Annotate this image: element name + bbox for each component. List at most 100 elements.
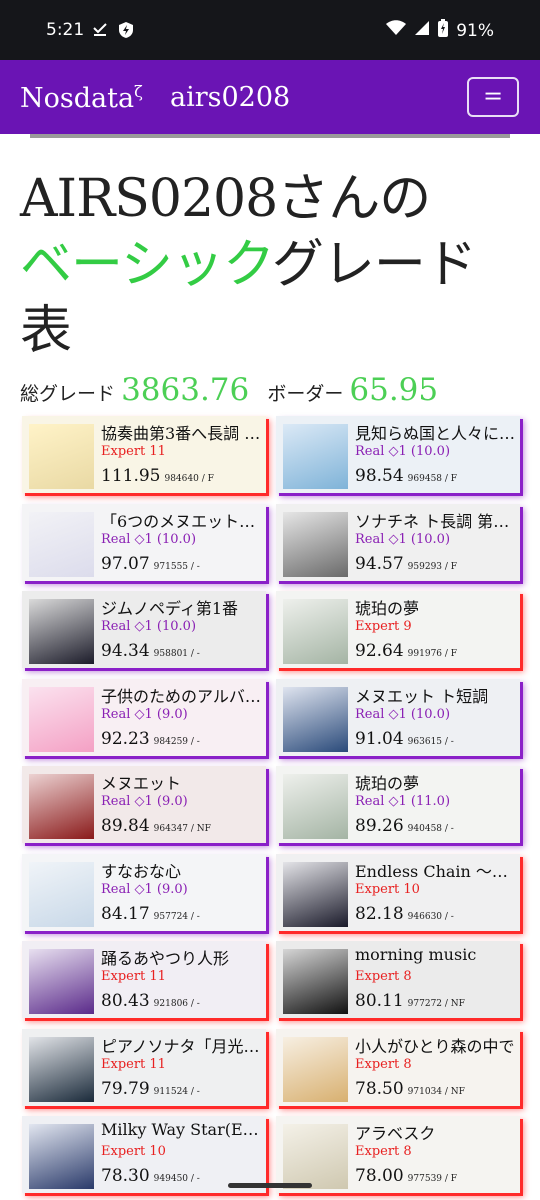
username-link[interactable]: airs0208 [170,82,290,113]
difficulty-label: Real ◇1 (10.0) [101,619,197,634]
score-value: 964347 / NF [153,824,211,834]
song-title: 小人がひとり森の中で [355,1036,515,1056]
shield-bolt-icon [118,21,134,44]
rating-line: 92.64 991976 / F [355,641,457,661]
difficulty-label: Expert 10 [355,881,420,897]
rating-line: 97.07 971555 / - [101,554,200,574]
song-title: メヌエット [101,774,182,793]
song-card[interactable]: 見知らぬ国と人々に… Real ◇1 (10.0) 98.54 969458 / F [276,416,520,493]
rating-line: 79.79 911524 / - [101,1079,200,1099]
rating-line: 78.00 977539 / F [355,1166,457,1186]
brand-logo[interactable]: Nosdataζ [20,82,143,114]
rating-line: 89.26 940458 / - [355,816,454,836]
difficulty-label: Real ◇1 (10.0) [355,531,451,547]
song-card[interactable]: 協奏曲第3番へ長調 … Expert 11 111.95 984640 / F [22,416,266,493]
battery-percent: 91% [456,20,494,41]
difficulty-label: Real ◇1 (11.0) [355,794,451,809]
total-grade-label: 総グレード [20,383,116,405]
score-value: 969458 / F [407,474,458,484]
song-title: メヌエット ト短調 [355,686,489,706]
total-grade-value: 3863.76 [121,372,250,408]
rating-value: 80.11 [355,991,404,1011]
rating-value: 92.64 [355,641,404,661]
rating-value: 78.00 [355,1166,404,1186]
song-card[interactable]: Endless Chain 〜2… Expert 10 82.18 946630 / … [276,853,520,931]
rating-value: 78.30 [101,1166,150,1186]
rating-value: 84.17 [101,903,150,924]
song-card[interactable]: すなおな心 Real ◇1 (9.0) 84.17 957724 / - [22,853,266,931]
rating-value: 82.18 [355,903,404,924]
rating-line: 91.04 963615 / - [355,729,454,749]
song-card[interactable]: アラベスク Expert 8 78.00 977539 / F [276,1116,520,1193]
header-divider [30,134,510,138]
song-title: 子供のためのアルバ… [101,686,261,706]
rating-line: 84.17 957724 / - [101,904,200,924]
song-card[interactable]: 「6つのメヌエット… Real ◇1 (10.0) 97.07 971555 / - [22,503,266,581]
download-done-icon [92,21,108,44]
score-value: 921806 / - [153,999,200,1009]
song-card[interactable]: ジムノペディ第1番 Real ◇1 (10.0) 94.34 958801 / - [22,591,266,668]
rating-value: 94.34 [101,641,150,661]
song-card[interactable]: 琥珀の夢 Real ◇1 (11.0) 89.26 940458 / - [276,766,520,843]
difficulty-label: Expert 8 [355,1144,412,1159]
difficulty-label: Expert 11 [101,1056,166,1072]
rating-value: 78.50 [355,1078,404,1099]
song-title: 踊るあやつり人形 [101,949,230,968]
album-jacket-image [29,774,94,839]
song-card[interactable]: morning music Expert 8 80.11 977272 / NF [276,941,520,1018]
song-card[interactable]: 小人がひとり森の中で Expert 8 78.50 971034 / NF [276,1028,520,1106]
album-jacket-image [29,949,94,1014]
difficulty-label: Expert 9 [355,619,412,634]
score-value: 977539 / F [407,1174,458,1184]
album-jacket-image [283,686,348,752]
song-title: Endless Chain 〜2… [355,861,517,881]
song-title: 琥珀の夢 [355,599,420,618]
rating-line: 94.34 958801 / - [101,641,200,661]
score-value: 911524 / - [153,1086,200,1097]
menu-toggle-button[interactable]: = [467,77,519,117]
score-value: 946630 / - [407,911,454,922]
album-jacket-image [283,1036,348,1102]
rating-line: 82.18 946630 / - [355,904,454,924]
rating-value: 89.26 [355,816,404,836]
song-title: ジムノペディ第1番 [101,599,239,618]
rating-line: 98.54 969458 / F [355,466,457,486]
song-card[interactable]: Milky Way Star(Ex… Expert 10 78.30 949450 /… [22,1116,266,1193]
score-value: 940458 / - [407,824,454,834]
rating-line: 80.43 921806 / - [101,991,200,1011]
song-card[interactable]: メヌエット ト短調 Real ◇1 (10.0) 91.04 963615 / - [276,678,520,756]
song-title: 見知らぬ国と人々に… [355,424,516,443]
rating-value: 79.79 [101,1078,150,1099]
score-value: 957724 / - [153,911,200,922]
difficulty-label: Expert 8 [355,1056,412,1072]
rating-value: 111.95 [101,466,161,486]
song-title: morning music [355,945,477,964]
song-card[interactable]: ソナチネ ト長調 第1… Real ◇1 (10.0) 94.57 959293 / … [276,503,520,581]
song-card[interactable]: 琥珀の夢 Expert 9 92.64 991976 / F [276,591,520,668]
rating-line: 92.23 984259 / - [101,729,200,749]
song-title: ピアノソナタ「月光… [101,1036,260,1056]
song-card[interactable]: 子供のためのアルバ… Real ◇1 (9.0) 92.23 984259 / - [22,678,266,756]
status-bar: 5:21 91% [0,0,540,60]
song-card[interactable]: 踊るあやつり人形 Expert 11 80.43 921806 / - [22,941,266,1018]
song-title: 協奏曲第3番へ長調 … [101,424,261,443]
album-jacket-image [283,511,348,577]
rating-line: 78.30 949450 / - [101,1166,200,1186]
border-label: ボーダー [267,383,344,405]
system-icons: 91% [386,19,494,42]
gesture-nav-bar[interactable] [228,1183,312,1188]
rating-line: 94.57 959293 / F [355,554,457,574]
song-title: アラベスク [355,1124,436,1143]
album-jacket-image [29,861,94,927]
rating-value: 97.07 [101,553,150,574]
score-value: 971034 / NF [407,1086,465,1097]
difficulty-label: Real ◇1 (9.0) [101,706,188,722]
rating-value: 80.43 [101,991,150,1011]
difficulty-label: Expert 11 [101,969,166,984]
rating-line: 89.84 964347 / NF [101,816,211,836]
song-card[interactable]: ピアノソナタ「月光… Expert 11 79.79 911524 / - [22,1028,266,1106]
album-jacket-image [283,774,348,839]
wifi-icon [386,20,407,41]
difficulty-label: Expert 11 [101,444,166,459]
song-card[interactable]: メヌエット Real ◇1 (9.0) 89.84 964347 / NF [22,766,266,843]
